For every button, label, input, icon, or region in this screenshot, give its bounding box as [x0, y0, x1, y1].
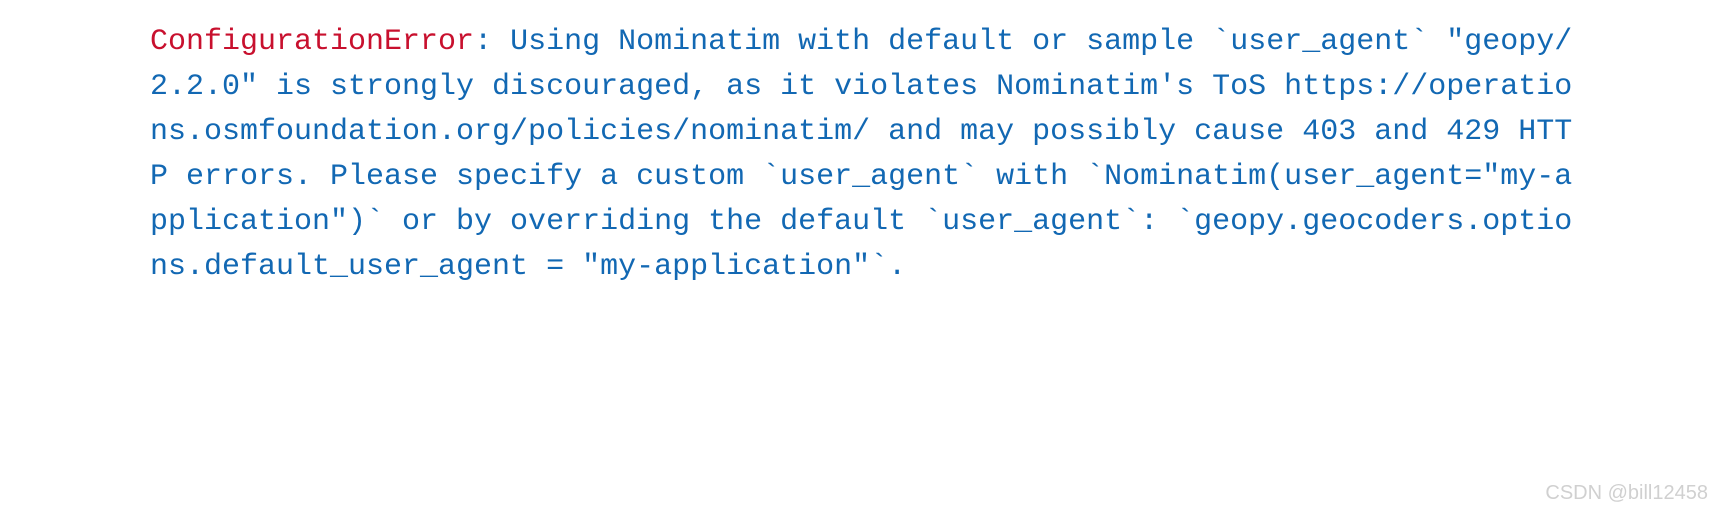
error-separator: : [474, 25, 510, 59]
error-type: ConfigurationError [150, 25, 474, 59]
watermark-text: CSDN @bill12458 [1545, 478, 1708, 508]
error-output: ConfigurationError: Using Nominatim with… [20, 20, 1708, 290]
error-message-body: Using Nominatim with default or sample `… [150, 25, 1572, 284]
